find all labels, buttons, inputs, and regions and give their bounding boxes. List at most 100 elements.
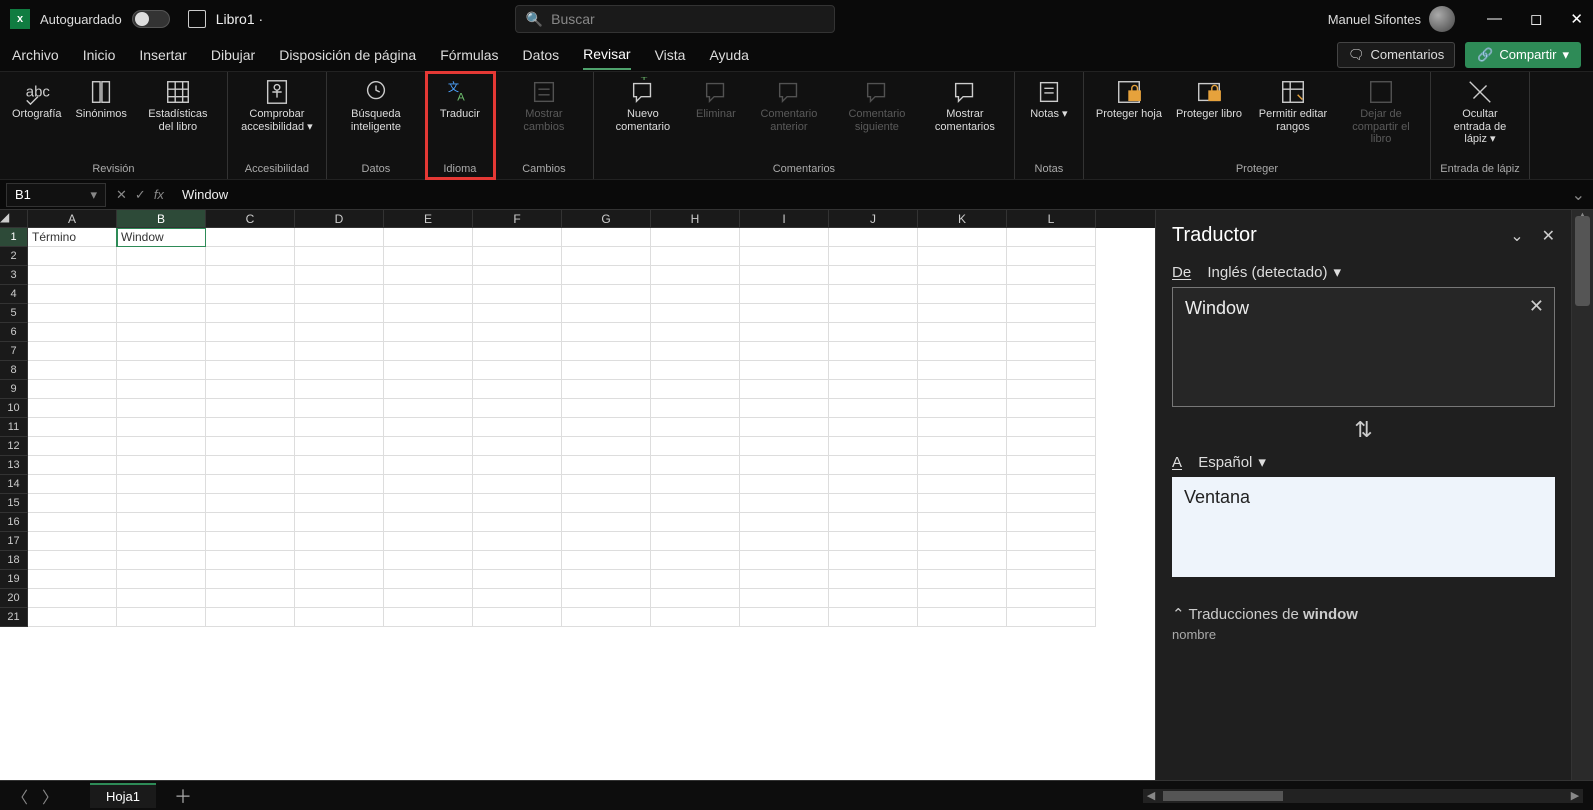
- prev-sheet-button[interactable]: 〈: [12, 784, 28, 808]
- cell-L6[interactable]: [1007, 323, 1096, 342]
- cell-F2[interactable]: [473, 247, 562, 266]
- cell-A17[interactable]: [28, 532, 117, 551]
- row-header-1[interactable]: 1: [0, 228, 28, 247]
- cell-F18[interactable]: [473, 551, 562, 570]
- cell-C15[interactable]: [206, 494, 295, 513]
- cell-B5[interactable]: [117, 304, 206, 323]
- cell-A9[interactable]: [28, 380, 117, 399]
- cell-I16[interactable]: [740, 513, 829, 532]
- pane-options-icon[interactable]: ⌄: [1510, 226, 1523, 246]
- pane-close-icon[interactable]: ✕: [1542, 226, 1555, 246]
- cell-E9[interactable]: [384, 380, 473, 399]
- stats-button[interactable]: Estadísticas del libro: [135, 76, 221, 135]
- cell-A11[interactable]: [28, 418, 117, 437]
- cell-A15[interactable]: [28, 494, 117, 513]
- cell-K20[interactable]: [918, 589, 1007, 608]
- cell-E14[interactable]: [384, 475, 473, 494]
- row-header-21[interactable]: 21: [0, 608, 28, 627]
- maximize-button[interactable]: ◻: [1530, 10, 1542, 28]
- cell-C18[interactable]: [206, 551, 295, 570]
- cell-L20[interactable]: [1007, 589, 1096, 608]
- cell-H17[interactable]: [651, 532, 740, 551]
- cell-G1[interactable]: [562, 228, 651, 247]
- cell-I8[interactable]: [740, 361, 829, 380]
- cell-E3[interactable]: [384, 266, 473, 285]
- cell-F8[interactable]: [473, 361, 562, 380]
- cell-D5[interactable]: [295, 304, 384, 323]
- cell-F6[interactable]: [473, 323, 562, 342]
- cell-I11[interactable]: [740, 418, 829, 437]
- cell-B4[interactable]: [117, 285, 206, 304]
- cell-D15[interactable]: [295, 494, 384, 513]
- cell-B13[interactable]: [117, 456, 206, 475]
- smartlookup-button[interactable]: Búsqueda inteligente: [333, 76, 419, 135]
- account-button[interactable]: Manuel Sifontes: [1328, 6, 1455, 32]
- cell-J6[interactable]: [829, 323, 918, 342]
- row-header-12[interactable]: 12: [0, 437, 28, 456]
- cell-K17[interactable]: [918, 532, 1007, 551]
- cell-E6[interactable]: [384, 323, 473, 342]
- cell-I14[interactable]: [740, 475, 829, 494]
- translate-button[interactable]: 文ATraducir: [432, 76, 488, 123]
- row-header-5[interactable]: 5: [0, 304, 28, 323]
- cell-I13[interactable]: [740, 456, 829, 475]
- cell-F9[interactable]: [473, 380, 562, 399]
- cell-L1[interactable]: [1007, 228, 1096, 247]
- protectsheet-button[interactable]: Proteger hoja: [1090, 76, 1168, 123]
- cell-K12[interactable]: [918, 437, 1007, 456]
- cell-G9[interactable]: [562, 380, 651, 399]
- cell-F14[interactable]: [473, 475, 562, 494]
- cell-D21[interactable]: [295, 608, 384, 627]
- cell-K13[interactable]: [918, 456, 1007, 475]
- cell-I9[interactable]: [740, 380, 829, 399]
- cell-A5[interactable]: [28, 304, 117, 323]
- select-all-corner[interactable]: ◢: [0, 210, 28, 228]
- grid-rows[interactable]: 1TérminoWindow23456789101112131415161718…: [0, 228, 1155, 780]
- cell-J17[interactable]: [829, 532, 918, 551]
- cell-J9[interactable]: [829, 380, 918, 399]
- cell-G13[interactable]: [562, 456, 651, 475]
- cell-H19[interactable]: [651, 570, 740, 589]
- row-header-20[interactable]: 20: [0, 589, 28, 608]
- thesaurus-button[interactable]: Sinónimos: [70, 76, 133, 123]
- cell-F19[interactable]: [473, 570, 562, 589]
- cell-L12[interactable]: [1007, 437, 1096, 456]
- cell-H20[interactable]: [651, 589, 740, 608]
- cell-E7[interactable]: [384, 342, 473, 361]
- cell-L2[interactable]: [1007, 247, 1096, 266]
- cell-C2[interactable]: [206, 247, 295, 266]
- cell-L15[interactable]: [1007, 494, 1096, 513]
- cell-B20[interactable]: [117, 589, 206, 608]
- search-input[interactable]: 🔍 Buscar: [515, 5, 835, 33]
- cell-G12[interactable]: [562, 437, 651, 456]
- cell-J19[interactable]: [829, 570, 918, 589]
- cell-D19[interactable]: [295, 570, 384, 589]
- cell-B10[interactable]: [117, 399, 206, 418]
- cell-L18[interactable]: [1007, 551, 1096, 570]
- cell-E17[interactable]: [384, 532, 473, 551]
- cell-G17[interactable]: [562, 532, 651, 551]
- cell-E16[interactable]: [384, 513, 473, 532]
- cell-C14[interactable]: [206, 475, 295, 494]
- cell-K15[interactable]: [918, 494, 1007, 513]
- cell-F10[interactable]: [473, 399, 562, 418]
- cell-I5[interactable]: [740, 304, 829, 323]
- cell-E19[interactable]: [384, 570, 473, 589]
- cell-G20[interactable]: [562, 589, 651, 608]
- cell-B21[interactable]: [117, 608, 206, 627]
- row-header-16[interactable]: 16: [0, 513, 28, 532]
- cell-A14[interactable]: [28, 475, 117, 494]
- cell-I20[interactable]: [740, 589, 829, 608]
- cell-J2[interactable]: [829, 247, 918, 266]
- cell-C1[interactable]: [206, 228, 295, 247]
- cell-D1[interactable]: [295, 228, 384, 247]
- row-header-8[interactable]: 8: [0, 361, 28, 380]
- hideink-button[interactable]: Ocultar entrada de lápiz ▾: [1437, 76, 1523, 148]
- cell-G5[interactable]: [562, 304, 651, 323]
- cell-I21[interactable]: [740, 608, 829, 627]
- col-header-F[interactable]: F: [473, 210, 562, 228]
- cell-D14[interactable]: [295, 475, 384, 494]
- tab-inicio[interactable]: Inicio: [83, 41, 116, 69]
- cell-B18[interactable]: [117, 551, 206, 570]
- col-header-C[interactable]: C: [206, 210, 295, 228]
